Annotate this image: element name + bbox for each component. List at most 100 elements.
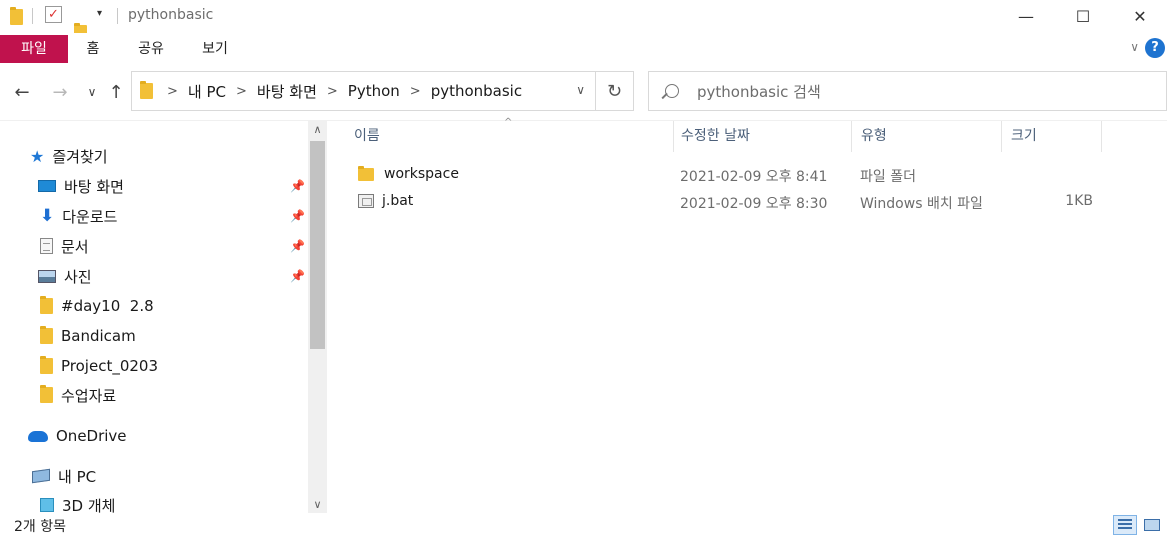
- tab-home[interactable]: 홈: [80, 35, 106, 63]
- download-icon: ⬇: [40, 206, 55, 226]
- nav-item-downloads[interactable]: ⬇ 다운로드: [40, 203, 117, 229]
- back-button[interactable]: ←: [10, 81, 34, 103]
- folder-icon: [40, 326, 53, 344]
- nav-item-folder[interactable]: 수업자료: [40, 382, 116, 408]
- table-row[interactable]: j.bat 2021-02-09 오후 8:30 Windows 배치 파일 1…: [348, 189, 1128, 215]
- file-type: 파일 폴더: [860, 169, 916, 185]
- nav-label: 문서: [61, 237, 89, 256]
- star-icon: ★: [30, 146, 45, 166]
- pin-icon: 📌: [290, 269, 305, 283]
- nav-item-folder[interactable]: Project_0203: [40, 353, 158, 379]
- up-button[interactable]: ↑: [104, 81, 128, 103]
- computer-icon: [32, 468, 50, 484]
- scrollbar[interactable]: ∧ ∨: [308, 121, 327, 513]
- recent-locations-button[interactable]: ∨: [80, 81, 104, 103]
- cloud-icon: [28, 430, 48, 442]
- pin-icon: 📌: [290, 209, 305, 223]
- file-type: Windows 배치 파일: [860, 196, 983, 212]
- breadcrumb-this-pc[interactable]: 내 PC: [188, 81, 226, 102]
- nav-label: 수업자료: [61, 386, 117, 405]
- folder-icon: [40, 356, 53, 374]
- tab-view[interactable]: 보기: [197, 35, 233, 63]
- file-modified: 2021-02-09 오후 8:41: [680, 169, 828, 185]
- minimize-button[interactable]: —: [998, 0, 1054, 33]
- scrollbar-thumb[interactable]: [310, 141, 325, 349]
- close-button[interactable]: ✕: [1112, 0, 1167, 33]
- nav-label: 다운로드: [62, 207, 118, 226]
- nav-label: 사진: [64, 267, 92, 286]
- nav-item-pictures[interactable]: 사진: [38, 263, 92, 289]
- desktop-icon: [38, 180, 56, 192]
- column-header-modified[interactable]: 수정한 날짜: [671, 121, 851, 152]
- large-icons-view-icon: [1144, 519, 1160, 531]
- column-header-name[interactable]: 이름: [344, 121, 674, 152]
- nav-label: 내 PC: [58, 467, 97, 486]
- nav-item-folder[interactable]: #day10 2.8: [40, 293, 154, 319]
- table-row[interactable]: workspace 2021-02-09 오후 8:41 파일 폴더: [348, 162, 1128, 188]
- expand-ribbon-icon[interactable]: ∨: [1130, 40, 1139, 54]
- status-bar: 2개 항목: [0, 513, 1167, 535]
- file-name-cell[interactable]: j.bat: [358, 193, 413, 209]
- address-row: ← → ∨ ↑ > 내 PC > 바탕 화면 > Python > python…: [0, 63, 1167, 121]
- breadcrumb-desktop[interactable]: 바탕 화면: [257, 81, 317, 102]
- help-icon[interactable]: ?: [1145, 38, 1165, 58]
- breadcrumb-separator[interactable]: >: [410, 84, 421, 99]
- nav-label: #day10 2.8: [61, 297, 154, 315]
- file-name: j.bat: [382, 193, 414, 209]
- file-modified: 2021-02-09 오후 8:30: [680, 196, 828, 212]
- file-list: ^ 이름 수정한 날짜 유형 크기 workspace 2021-02-09 오…: [328, 117, 1167, 513]
- folder-icon: [40, 385, 53, 403]
- divider: [32, 8, 33, 24]
- forward-button[interactable]: →: [48, 81, 72, 103]
- breadcrumb-separator[interactable]: >: [236, 84, 247, 99]
- nav-label: Bandicam: [61, 327, 136, 345]
- item-count: 2개 항목: [14, 519, 66, 535]
- pin-icon: 📌: [290, 239, 305, 253]
- search-input[interactable]: pythonbasic 검색: [697, 81, 821, 102]
- column-divider[interactable]: [1101, 121, 1102, 152]
- large-icons-view-button[interactable]: [1140, 515, 1164, 535]
- nav-item-documents[interactable]: 문서: [40, 233, 89, 259]
- breadcrumb-python[interactable]: Python: [348, 82, 400, 100]
- maximize-button[interactable]: ☐: [1055, 0, 1111, 33]
- column-header-type[interactable]: 유형: [851, 121, 1001, 152]
- details-view-button[interactable]: [1113, 515, 1137, 535]
- refresh-button[interactable]: ↻: [596, 71, 634, 111]
- breadcrumb-separator[interactable]: >: [327, 84, 338, 99]
- scroll-down-icon[interactable]: ∨: [308, 498, 327, 511]
- folder-icon: [140, 81, 153, 99]
- properties-icon[interactable]: ✓: [45, 6, 62, 23]
- nav-label: OneDrive: [56, 427, 127, 445]
- breadcrumb-separator[interactable]: >: [167, 84, 178, 99]
- file-name-cell[interactable]: workspace: [358, 165, 459, 182]
- batch-file-icon: [358, 194, 374, 208]
- scroll-up-icon[interactable]: ∧: [308, 123, 327, 136]
- search-box[interactable]: pythonbasic 검색: [648, 71, 1167, 111]
- navigation-pane: ★ 즐겨찾기 바탕 화면 📌 ⬇ 다운로드 📌 문서 📌 사진 📌 #day10…: [0, 121, 328, 515]
- document-icon: [40, 238, 53, 254]
- nav-quick-access[interactable]: ★ 즐겨찾기: [30, 143, 108, 169]
- folder-icon: [40, 296, 53, 314]
- address-bar[interactable]: > 내 PC > 바탕 화면 > Python > pythonbasic ∨: [131, 71, 596, 111]
- breadcrumb-pythonbasic[interactable]: pythonbasic: [431, 82, 522, 100]
- nav-label: Project_0203: [61, 357, 158, 375]
- tab-share[interactable]: 공유: [133, 35, 169, 63]
- nav-item-folder[interactable]: Bandicam: [40, 323, 136, 349]
- pictures-icon: [38, 269, 56, 283]
- file-size: 1KB: [1065, 193, 1093, 209]
- nav-item-this-pc[interactable]: 내 PC: [32, 463, 96, 489]
- customize-toolbar-icon[interactable]: ▾: [97, 8, 102, 19]
- nav-item-desktop[interactable]: 바탕 화면: [38, 173, 124, 199]
- pin-icon: 📌: [290, 179, 305, 193]
- address-dropdown-icon[interactable]: ∨: [576, 83, 585, 97]
- search-icon: [665, 84, 679, 98]
- window-title: pythonbasic: [128, 7, 214, 23]
- folder-icon: [10, 7, 23, 25]
- column-header-size[interactable]: 크기: [1001, 121, 1101, 152]
- nav-label: 즐겨찾기: [52, 147, 108, 166]
- tab-file[interactable]: 파일: [0, 35, 68, 63]
- cube-icon: [40, 498, 54, 512]
- nav-item-onedrive[interactable]: OneDrive: [28, 423, 127, 449]
- divider: [117, 8, 118, 24]
- ribbon-tabs: 파일 홈 공유 보기 ∨ ?: [0, 33, 1167, 63]
